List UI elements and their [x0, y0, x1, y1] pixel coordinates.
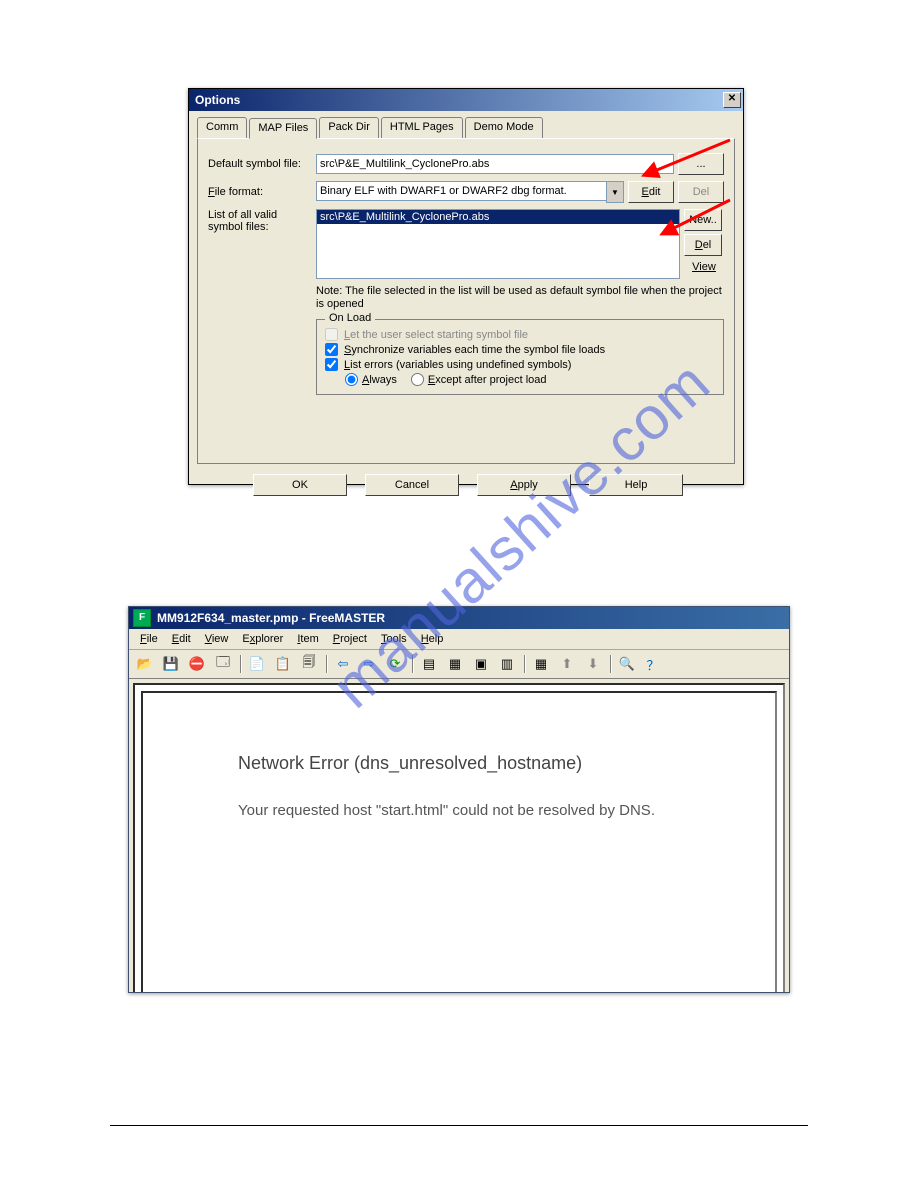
open-icon[interactable]: 📂: [133, 652, 157, 676]
menu-view[interactable]: View: [198, 631, 236, 647]
close-icon[interactable]: ✕: [723, 92, 741, 108]
on-load-legend: On Load: [325, 312, 375, 324]
dialog-buttons: OK Cancel Apply Help: [189, 472, 743, 502]
note-text: Note: The file selected in the list will…: [316, 285, 724, 311]
tab-map-files[interactable]: MAP Files: [249, 118, 317, 139]
window-title: MM912F634_master.pmp - FreeMASTER: [157, 611, 385, 625]
list-label: List of all valid symbol files:: [208, 209, 316, 233]
copy-icon[interactable]: 📄: [245, 652, 269, 676]
grid-icon[interactable]: ▦: [529, 652, 553, 676]
search-icon[interactable]: 🔍: [615, 652, 639, 676]
panel4-icon[interactable]: ▥: [495, 652, 519, 676]
dialog-title: Options: [195, 93, 240, 107]
file-format-combo[interactable]: Binary ELF with DWARF1 or DWARF2 dbg for…: [316, 181, 624, 203]
stop-icon[interactable]: ⛔: [185, 652, 209, 676]
del-button[interactable]: Del: [684, 234, 722, 256]
default-symbol-input[interactable]: src\P&E_Multilink_CyclonePro.abs: [316, 154, 674, 174]
paste-icon[interactable]: 📋: [271, 652, 295, 676]
default-symbol-label: Default symbol file:: [208, 158, 316, 170]
tab-comm[interactable]: Comm: [197, 117, 247, 138]
chevron-down-icon[interactable]: ▼: [606, 181, 624, 203]
always-radio[interactable]: Always: [345, 373, 397, 386]
panel3-icon[interactable]: ▣: [469, 652, 493, 676]
except-radio[interactable]: Except after project load: [411, 373, 547, 386]
list-item[interactable]: src\P&E_Multilink_CyclonePro.abs: [317, 210, 679, 224]
error-body: Your requested host "start.html" could n…: [238, 802, 755, 819]
footer-rule: [110, 1125, 808, 1126]
edit-button[interactable]: Edit: [628, 181, 674, 203]
content-area: Network Error (dns_unresolved_hostname) …: [133, 683, 785, 993]
list-errors-checkbox[interactable]: [325, 358, 338, 371]
duplicate-icon[interactable]: 🗐: [297, 652, 321, 676]
menu-edit[interactable]: Edit: [165, 631, 198, 647]
cancel-button[interactable]: Cancel: [365, 474, 459, 496]
let-user-checkbox: [325, 328, 338, 341]
freemaster-window: F MM912F634_master.pmp - FreeMASTER File…: [128, 606, 790, 993]
sync-checkbox[interactable]: [325, 343, 338, 356]
tab-html-pages[interactable]: HTML Pages: [381, 117, 463, 138]
sync-checkbox-row[interactable]: Synchronize variables each time the symb…: [325, 343, 715, 356]
toolbar: 📂 💾 ⛔ 🗔 📄 📋 🗐 ⇦ ⇨ ⟳ ▤ ▦ ▣ ▥ ▦ ⬆ ⬇ 🔍 ？: [129, 650, 789, 679]
menu-file[interactable]: File: [133, 631, 165, 647]
ok-button[interactable]: OK: [253, 474, 347, 496]
browse-button[interactable]: ...: [678, 153, 724, 175]
tab-strip: Comm MAP Files Pack Dir HTML Pages Demo …: [197, 117, 735, 138]
symbol-files-listbox[interactable]: src\P&E_Multilink_CyclonePro.abs: [316, 209, 680, 279]
menu-explorer[interactable]: Explorer: [235, 631, 290, 647]
menu-item[interactable]: Item: [290, 631, 325, 647]
error-heading: Network Error (dns_unresolved_hostname): [238, 753, 755, 774]
file-format-label: File format:: [208, 186, 316, 198]
app-icon: F: [133, 609, 151, 627]
file-format-value: Binary ELF with DWARF1 or DWARF2 dbg for…: [316, 181, 606, 201]
new-button[interactable]: New..: [684, 209, 722, 231]
help-icon[interactable]: ？: [641, 652, 665, 676]
properties-icon[interactable]: 🗔: [211, 652, 235, 676]
save-icon[interactable]: 💾: [159, 652, 183, 676]
panel2-icon[interactable]: ▦: [443, 652, 467, 676]
up-icon[interactable]: ⬆: [555, 652, 579, 676]
browser-pane: Network Error (dns_unresolved_hostname) …: [141, 691, 777, 993]
tab-demo-mode[interactable]: Demo Mode: [465, 117, 543, 138]
view-button[interactable]: View: [684, 259, 724, 275]
let-user-checkbox-row: Let the user select starting symbol file: [325, 328, 715, 341]
dialog-titlebar: Options ✕: [189, 89, 743, 111]
del-top-button[interactable]: Del: [678, 181, 724, 203]
tab-pack-dir[interactable]: Pack Dir: [319, 117, 379, 138]
down-icon[interactable]: ⬇: [581, 652, 605, 676]
